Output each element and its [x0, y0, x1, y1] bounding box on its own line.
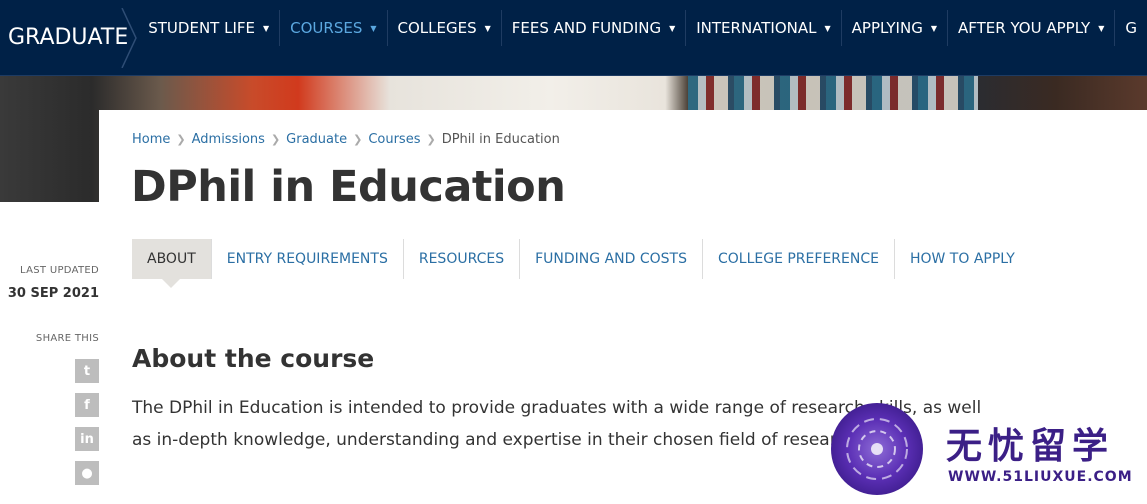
tab-college-preference[interactable]: COLLEGE PREFERENCE [703, 239, 895, 279]
caret-down-icon: ▼ [669, 23, 676, 33]
breadcrumb-separator-icon: ❯ [176, 133, 186, 146]
breadcrumb-separator-icon: ❯ [270, 133, 281, 146]
last-updated-label: LAST UPDATED [20, 265, 99, 276]
hero-books-image [688, 76, 978, 110]
tab-how-to-apply[interactable]: HOW TO APPLY [895, 239, 1030, 279]
caret-down-icon: ▼ [262, 23, 270, 33]
watermark-url: WWW.51LIUXUE.COM [948, 469, 1133, 485]
linkedin-icon[interactable]: in [75, 427, 99, 451]
reddit-icon[interactable]: ● [75, 461, 99, 485]
breadcrumb-current: DPhil in Education [441, 132, 560, 147]
caret-down-icon: ▼ [824, 23, 831, 33]
nav-item-label: COLLEGES [397, 19, 477, 37]
nav-item-label: FEES AND FUNDING [511, 19, 662, 37]
site-brand[interactable]: GRADUATE [0, 0, 138, 75]
tab-funding-and-costs[interactable]: FUNDING AND COSTS [520, 239, 703, 279]
watermark-text: 无忧留学 [946, 426, 1115, 467]
nav-item-label: APPLYING [851, 19, 923, 37]
nav-item-label: G [1125, 19, 1137, 37]
course-tabs: ABOUT ENTRY REQUIREMENTS RESOURCES FUNDING … [132, 239, 1030, 288]
breadcrumb: Home ❯ Admissions ❯ Graduate ❯ Courses ❯ DPhil i… [132, 132, 560, 147]
nav-item-label: INTERNATIONAL [696, 19, 817, 37]
caret-down-icon: ▼ [484, 23, 491, 33]
nav-item-colleges[interactable]: COLLEGES ▼ [388, 10, 502, 46]
nav-item-fees-and-funding[interactable]: FEES AND FUNDING ▼ [502, 10, 687, 46]
breadcrumb-separator-icon: ❯ [353, 133, 363, 146]
watermark: 无忧留学 WWW.51LIUXUE.COM [828, 403, 1147, 504]
caret-down-icon: ▼ [370, 23, 377, 33]
brand-divider-chevron-icon [121, 8, 138, 68]
facebook-icon[interactable]: f [75, 393, 99, 417]
breadcrumb-link-courses[interactable]: Courses [368, 132, 420, 147]
share-label: SHARE THIS [35, 333, 99, 344]
top-navigation: GRADUATE STUDENT LIFE ▼ COURSES ▼ COLLEGES ▼ F… [0, 0, 1147, 76]
breadcrumb-link-home[interactable]: Home [132, 132, 170, 147]
watermark-logo-icon [831, 403, 923, 495]
breadcrumb-link-graduate[interactable]: Graduate [286, 132, 347, 147]
nav-item-after-you-apply[interactable]: AFTER YOU APPLY ▼ [948, 10, 1116, 46]
caret-down-icon: ▼ [930, 23, 937, 33]
nav-item-international[interactable]: INTERNATIONAL ▼ [686, 10, 842, 46]
caret-down-icon: ▼ [1098, 23, 1105, 33]
breadcrumb-link-admissions[interactable]: Admissions [192, 132, 265, 147]
page-title: DPhil in Education [131, 162, 566, 212]
last-updated-value: 30 SEP 2021 [7, 286, 99, 301]
breadcrumb-separator-icon: ❯ [426, 133, 436, 146]
nav-item-label: AFTER YOU APPLY [957, 19, 1091, 37]
tab-entry-requirements[interactable]: ENTRY REQUIREMENTS [212, 239, 404, 279]
main-menu: STUDENT LIFE ▼ COURSES ▼ COLLEGES ▼ FEES AND F… [138, 0, 1147, 75]
brand-label: GRADUATE [8, 25, 129, 50]
nav-item-applying[interactable]: APPLYING ▼ [842, 10, 948, 46]
tab-resources[interactable]: RESOURCES [404, 239, 521, 279]
nav-item-label: STUDENT LIFE [148, 19, 255, 37]
nav-item-student-life[interactable]: STUDENT LIFE ▼ [138, 10, 281, 46]
section-heading: About the course [132, 344, 375, 373]
tab-about[interactable]: ABOUT [132, 239, 212, 288]
nav-item-g[interactable]: G [1115, 10, 1147, 46]
twitter-icon[interactable]: t [75, 359, 99, 383]
nav-item-courses[interactable]: COURSES ▼ [280, 10, 388, 46]
nav-item-label: COURSES [290, 19, 363, 37]
